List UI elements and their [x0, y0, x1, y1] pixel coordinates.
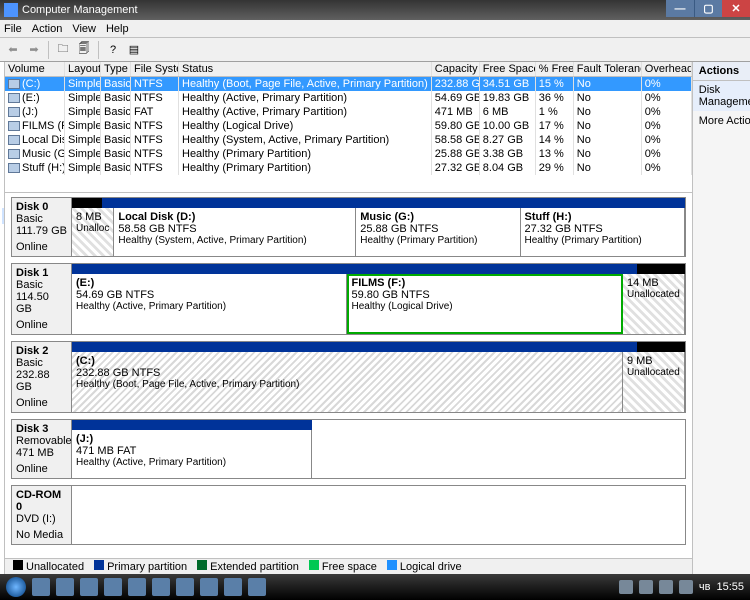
partition[interactable]: Local Disk (D:)58.58 GB NTFSHealthy (Sys… — [114, 208, 356, 256]
disk-panel[interactable]: Disk 3Removable471 MBOnline(J:)471 MB FA… — [11, 419, 686, 479]
toolbar: ⬅ ➡ 🗀 🗐 ? ▤ — [0, 38, 750, 62]
partition[interactable]: Stuff (H:)27.32 GB NTFSHealthy (Primary … — [521, 208, 685, 256]
taskbar-icon[interactable] — [224, 578, 242, 596]
taskbar-icon[interactable] — [104, 578, 122, 596]
volume-row[interactable]: (J:)SimpleBasicFATHealthy (Active, Prima… — [5, 105, 692, 119]
tray-icon[interactable] — [619, 580, 633, 594]
column-header[interactable]: Overhead — [642, 62, 692, 76]
window-minimize-button[interactable]: — — [666, 0, 694, 17]
taskbar-icon[interactable] — [56, 578, 74, 596]
window-title: Computer Management — [22, 4, 138, 16]
disk-panel[interactable]: Disk 2Basic232.88 GBOnline(C:)232.88 GB … — [11, 341, 686, 413]
partition[interactable]: 9 MBUnallocated — [623, 352, 685, 412]
tray-icon[interactable] — [639, 580, 653, 594]
column-header[interactable]: Free Space — [480, 62, 536, 76]
help-button[interactable]: ? — [104, 41, 122, 59]
forward-button[interactable]: ➡ — [25, 41, 43, 59]
window-maximize-button[interactable]: ▢ — [694, 0, 722, 17]
taskbar-icon[interactable] — [248, 578, 266, 596]
column-header[interactable]: Fault Tolerance — [574, 62, 642, 76]
actions-header: Actions — [693, 62, 750, 81]
column-header[interactable]: Capacity — [432, 62, 480, 76]
menu-help[interactable]: Help — [106, 23, 129, 35]
taskbar-icon[interactable] — [176, 578, 194, 596]
refresh-button[interactable]: 🗀 — [54, 41, 72, 59]
window-titlebar: Computer Management — ▢ ✕ — [0, 0, 750, 20]
partition[interactable]: (J:)471 MB FATHealthy (Active, Primary P… — [72, 430, 312, 478]
volume-row[interactable]: FILMS (F:)SimpleBasicNTFSHealthy (Logica… — [5, 119, 692, 133]
taskbar-icon[interactable] — [128, 578, 146, 596]
volume-row[interactable]: (E:)SimpleBasicNTFSHealthy (Active, Prim… — [5, 91, 692, 105]
column-header[interactable]: Layout — [65, 62, 101, 76]
taskbar-icon[interactable] — [32, 578, 50, 596]
taskbar[interactable]: чв 15:55 — [0, 574, 750, 600]
menu-file[interactable]: File — [4, 23, 22, 35]
partition[interactable]: FILMS (F:)59.80 GB NTFSHealthy (Logical … — [347, 274, 622, 334]
properties-button[interactable]: 🗐 — [75, 41, 93, 59]
back-button[interactable]: ⬅ — [4, 41, 22, 59]
window-close-button[interactable]: ✕ — [722, 0, 750, 17]
partition[interactable]: (E:)54.69 GB NTFSHealthy (Active, Primar… — [72, 274, 347, 334]
menu-view[interactable]: View — [72, 23, 96, 35]
partition[interactable]: 14 MBUnallocated — [623, 274, 685, 334]
legend-item: Primary partition — [94, 560, 187, 573]
disk-map[interactable]: Disk 0Basic111.79 GBOnline8 MBUnallocLoc… — [5, 192, 692, 558]
app-icon — [4, 3, 18, 17]
tray-icon[interactable] — [659, 580, 673, 594]
disk-panel[interactable]: Disk 1Basic114.50 GBOnline(E:)54.69 GB N… — [11, 263, 686, 335]
volume-row[interactable]: Local Disk (D:)SimpleBasicNTFSHealthy (S… — [5, 133, 692, 147]
tree-item[interactable]: Computer Management (Local — [2, 64, 4, 80]
column-header[interactable]: Status — [179, 62, 432, 76]
clock[interactable]: 15:55 — [716, 581, 744, 593]
legend-item: Extended partition — [197, 560, 299, 573]
volume-list-header[interactable]: VolumeLayoutTypeFile SystemStatusCapacit… — [5, 62, 692, 77]
actions-item-more-actions[interactable]: More Actions▸ — [693, 111, 750, 130]
volume-list[interactable]: VolumeLayoutTypeFile SystemStatusCapacit… — [5, 62, 692, 192]
disk-panel[interactable]: Disk 0Basic111.79 GBOnline8 MBUnallocLoc… — [11, 197, 686, 257]
view-button[interactable]: ▤ — [125, 41, 143, 59]
column-header[interactable]: Type — [101, 62, 131, 76]
partition[interactable]: 8 MBUnalloc — [72, 208, 114, 256]
language-indicator[interactable]: чв — [699, 581, 711, 593]
menubar: File Action View Help — [0, 20, 750, 38]
tray-icon[interactable] — [679, 580, 693, 594]
taskbar-icon[interactable] — [152, 578, 170, 596]
volume-row[interactable]: (C:)SimpleBasicNTFSHealthy (Boot, Page F… — [5, 77, 692, 91]
legend-item: Unallocated — [13, 560, 84, 573]
legend-item: Free space — [309, 560, 377, 573]
legend: Unallocated Primary partition Extended par… — [5, 558, 692, 574]
menu-action[interactable]: Action — [32, 23, 63, 35]
taskbar-icon[interactable] — [200, 578, 218, 596]
start-button[interactable] — [6, 577, 26, 597]
taskbar-icon[interactable] — [80, 578, 98, 596]
system-tray[interactable]: чв 15:55 — [619, 580, 744, 594]
column-header[interactable]: Volume — [5, 62, 65, 76]
volume-row[interactable]: Music (G:)SimpleBasicNTFSHealthy (Primar… — [5, 147, 692, 161]
column-header[interactable]: % Free — [536, 62, 574, 76]
volume-row[interactable]: Stuff (H:)SimpleBasicNTFSHealthy (Primar… — [5, 161, 692, 175]
column-header[interactable]: File System — [131, 62, 179, 76]
actions-pane: Actions Disk Management▴ More Actions▸ — [693, 62, 750, 574]
disk-panel[interactable]: CD-ROM 0DVD (I:)No Media — [11, 485, 686, 545]
legend-item: Logical drive — [387, 560, 462, 573]
actions-item-disk-management[interactable]: Disk Management▴ — [693, 81, 750, 111]
partition[interactable]: (C:)232.88 GB NTFSHealthy (Boot, Page Fi… — [72, 352, 623, 412]
partition[interactable]: Music (G:)25.88 GB NTFSHealthy (Primary … — [356, 208, 520, 256]
